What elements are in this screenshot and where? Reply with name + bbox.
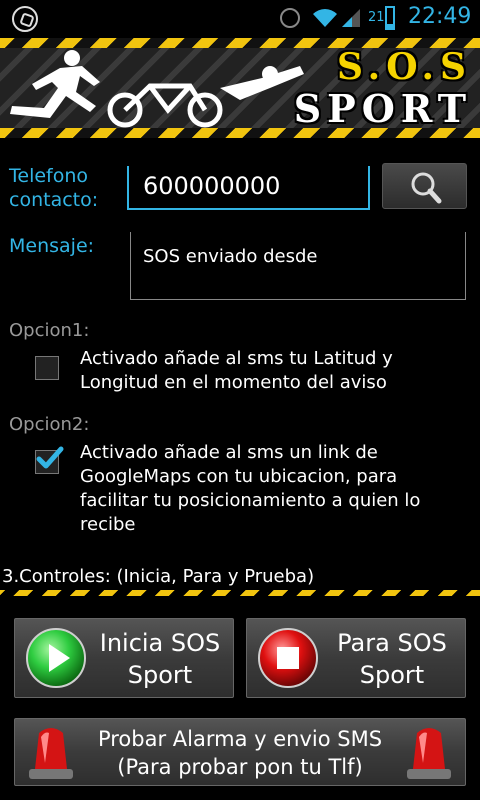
start-label-line1: Inicia SOS: [99, 629, 221, 657]
stop-label-line1: Para SOS: [337, 629, 447, 657]
option2-description: Activado añade al sms un link de GoogleM…: [80, 442, 421, 535]
hazard-stripe-bottom: [0, 128, 480, 138]
test-label-line1: Probar Alarma y envio SMS: [97, 727, 383, 751]
app-banner: S.O.S SPORT: [0, 38, 480, 138]
test-alarm-button-label: Probar Alarma y envio SMS (Para probar p…: [85, 725, 395, 781]
battery-level-text: 21: [368, 10, 385, 25]
message-label: Mensaje:: [9, 235, 95, 257]
banner-title-sport: SPORT: [293, 86, 472, 131]
test-label-line2: (Para probar pon tu Tlf): [117, 755, 363, 779]
test-alarm-button[interactable]: Probar Alarma y envio SMS (Para probar p…: [14, 718, 466, 786]
stop-label-line2: Sport: [359, 661, 425, 689]
contact-search-button[interactable]: [382, 163, 467, 209]
option1-checkbox[interactable]: [35, 356, 59, 380]
search-icon: [411, 172, 442, 204]
battery-icon: [385, 6, 395, 30]
banner-title-sos: S.O.S: [336, 46, 472, 88]
phone-label: Telefono contacto:: [9, 165, 99, 211]
start-sos-button-label: Inicia SOS Sport: [93, 627, 227, 691]
alarm-clock-icon: [280, 8, 300, 28]
checkmark-icon: [36, 446, 64, 469]
option1-title: Opcion1:: [9, 320, 90, 341]
signal-icon: [342, 9, 360, 27]
message-input[interactable]: SOS enviado desde: [130, 232, 466, 300]
phone-input-value: 600000000: [143, 172, 281, 200]
option1-description: Activado añade al sms tu Latitud y Longi…: [80, 348, 393, 393]
start-sos-button[interactable]: Inicia SOS Sport: [14, 618, 234, 698]
siren-icon: [29, 728, 73, 779]
stop-icon: [258, 628, 318, 688]
stop-sos-button[interactable]: Para SOS Sport: [246, 618, 466, 698]
start-label-line2: Sport: [127, 661, 193, 689]
stop-sos-button-label: Para SOS Sport: [325, 627, 459, 691]
option2-checkbox[interactable]: [35, 446, 64, 474]
siren-icon: [407, 728, 451, 779]
wifi-icon: [313, 9, 337, 27]
controls-section-title: 3.Controles: (Inicia, Para y Prueba): [2, 566, 315, 587]
message-input-value: SOS enviado desde: [143, 246, 318, 267]
phone-input[interactable]: 600000000: [127, 166, 370, 210]
hazard-divider: [0, 590, 480, 596]
option2-title: Opcion2:: [9, 414, 90, 435]
whatsapp-icon: [12, 6, 38, 32]
clock-time: 22:49: [408, 4, 472, 29]
play-icon: [26, 628, 86, 688]
status-bar: 21 22:49: [0, 0, 480, 38]
